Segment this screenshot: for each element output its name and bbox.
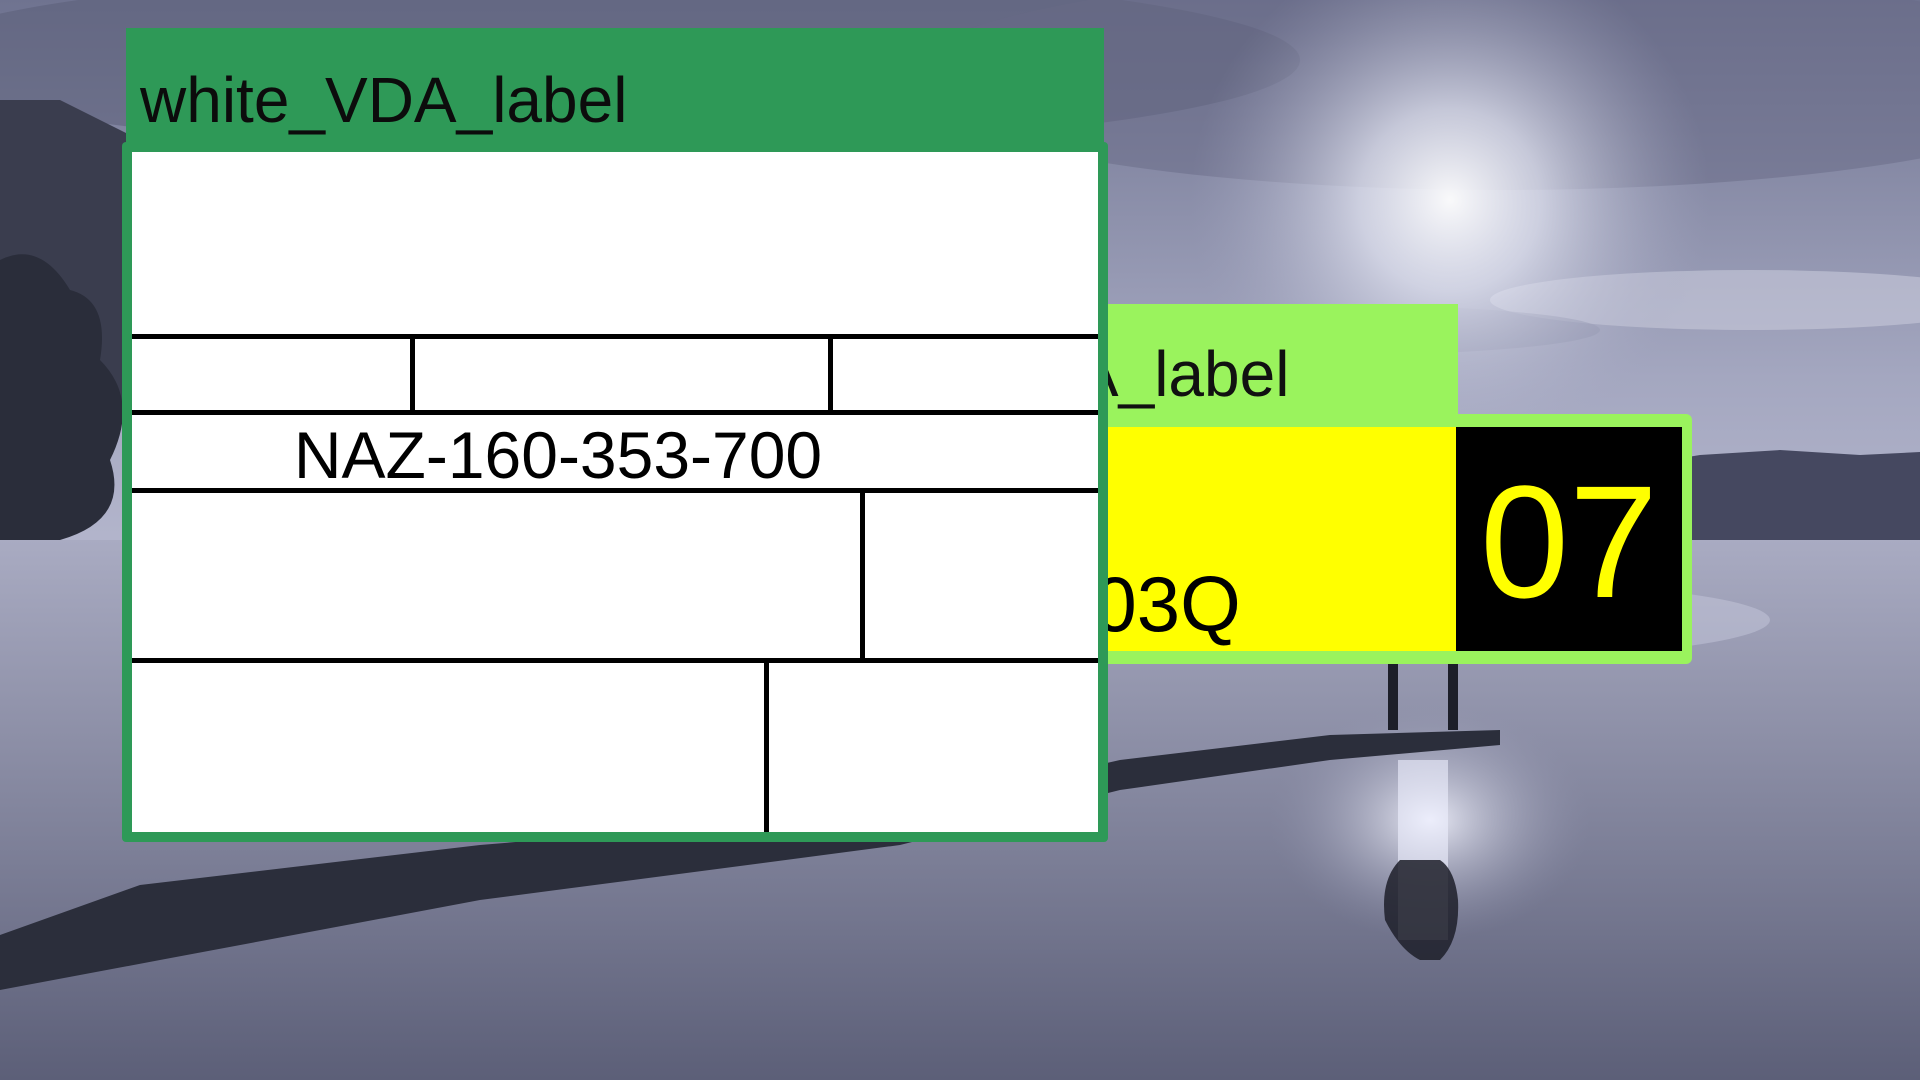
part-number: NAZ-160-353-700	[293, 418, 823, 492]
front-label-window[interactable]: white_VDA_label NAZ-160-353-700	[122, 28, 1108, 842]
label-col-divider-2	[828, 334, 833, 414]
back-label-titlebar[interactable]: white_VDA_label	[802, 304, 1458, 420]
label-col-divider-1	[410, 334, 415, 414]
back-label-yellow-panel: 503Q	[1050, 427, 1456, 651]
label-divider-4	[132, 658, 1098, 663]
back-label-number-panel: 07	[1456, 427, 1682, 651]
label-col-divider-3	[860, 488, 865, 662]
label-divider-1	[132, 334, 1098, 339]
label-divider-2	[132, 410, 1098, 415]
back-label-number: 07	[1480, 452, 1658, 631]
front-label-titlebar[interactable]: white_VDA_label	[126, 28, 1104, 152]
front-label-title: white_VDA_label	[140, 64, 628, 136]
label-col-divider-4	[764, 658, 769, 832]
front-label-frame: NAZ-160-353-700	[122, 142, 1108, 842]
back-label-body[interactable]: 503Q 07	[1050, 414, 1692, 664]
vda-label-card: NAZ-160-353-700	[132, 152, 1098, 832]
